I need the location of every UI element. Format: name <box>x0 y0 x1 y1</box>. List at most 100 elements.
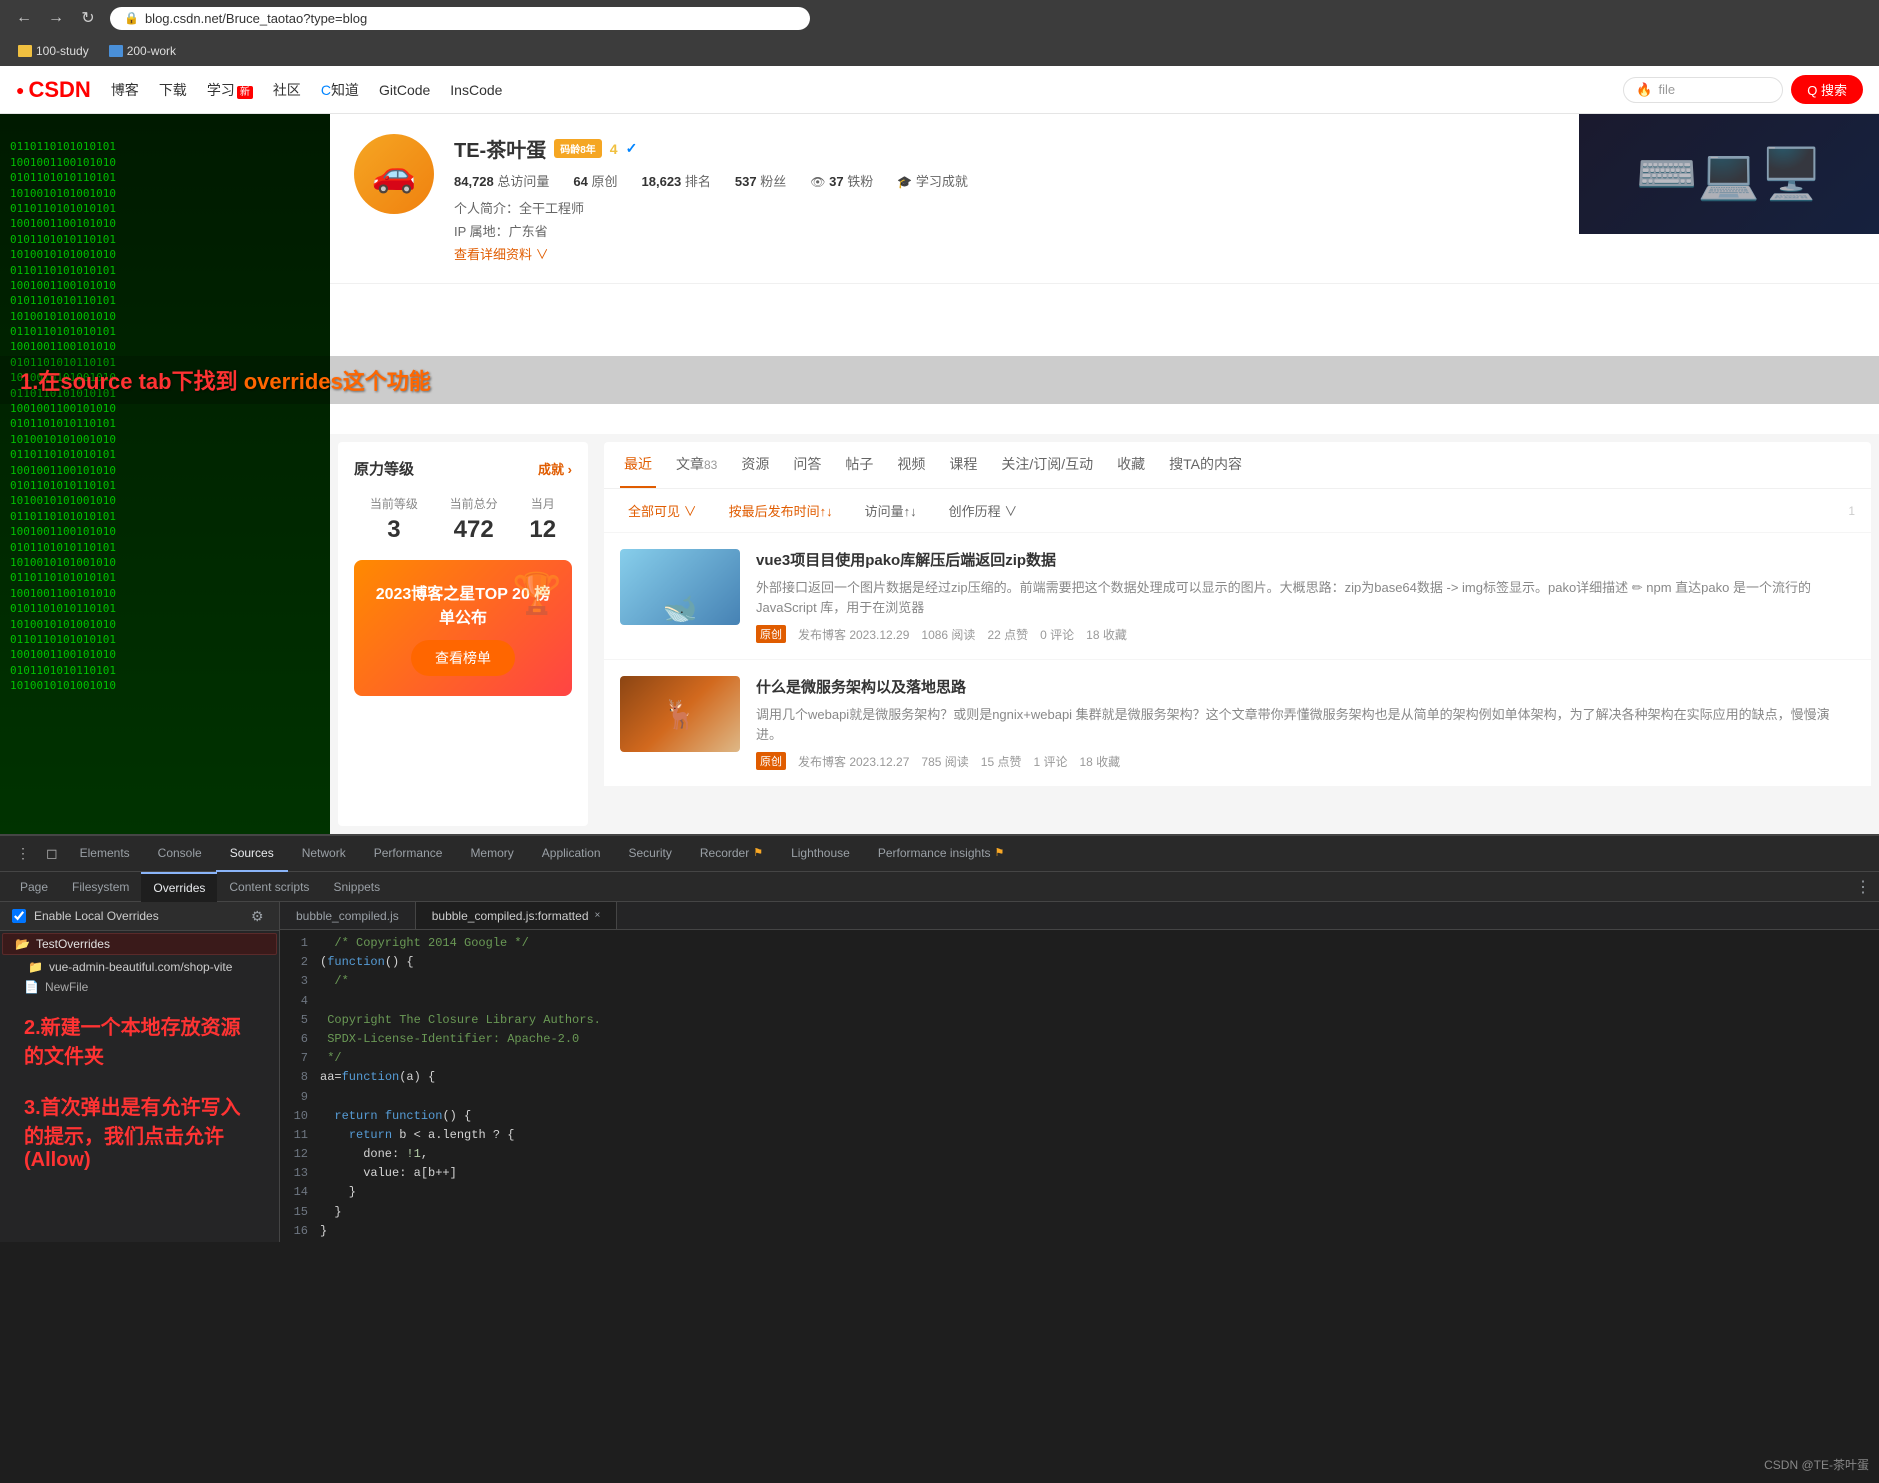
devtools-subtabs: Page Filesystem Overrides Content script… <box>0 872 1879 902</box>
article-date: 发布博客 2023.12.27 <box>798 753 909 770</box>
address-bar[interactable]: 🔒 blog.csdn.net/Bruce_taotao?type=blog <box>110 7 810 30</box>
bookmark-study[interactable]: 100-study <box>10 42 97 60</box>
overrides-settings-icon[interactable]: ⚙ <box>251 908 267 924</box>
bookmarks-bar: 100-study 200-work <box>0 36 1879 66</box>
article-views: 1086 阅读 <box>921 626 975 643</box>
editor-tab-compiled[interactable]: bubble_compiled.js <box>280 902 416 929</box>
back-button[interactable]: ← <box>10 4 38 32</box>
code-line: 16 } <box>280 1222 1879 1241</box>
tab-courses[interactable]: 课程 <box>945 442 981 488</box>
verify-icon: ✓ <box>626 140 638 157</box>
devtools-tab-lighthouse[interactable]: Lighthouse <box>777 836 864 872</box>
address-text: blog.csdn.net/Bruce_taotao?type=blog <box>145 11 367 26</box>
folder-open-icon: 📂 <box>15 937 30 951</box>
nav-link-download[interactable]: 下载 <box>159 80 187 100</box>
achievement-link[interactable]: 成就 › <box>538 459 572 478</box>
editor-tab-close-icon[interactable]: × <box>595 910 601 921</box>
step1-text: 1.在source tab下找到 overrides这个功能 <box>20 364 1859 396</box>
avatar-emoji: 🚗 <box>372 153 417 195</box>
nav-link-learn[interactable]: 学习新 <box>207 80 253 100</box>
article-tabs: 最近 文章83 资源 问答 帖子 视频 课程 关注/订阅/互动 收藏 搜TA的内… <box>604 442 1871 489</box>
devtools-subtab-more[interactable]: ⋮ <box>1855 877 1871 897</box>
tab-recent[interactable]: 最近 <box>620 442 656 488</box>
subfolder-icon: 📁 <box>28 960 43 974</box>
code-area: 1 /* Copyright 2014 Google */ 2 (functio… <box>280 930 1879 1242</box>
devtools-device-button[interactable]: ◻ <box>38 841 66 866</box>
code-line: 13 value: a[b++] <box>280 1164 1879 1183</box>
devtools-tab-performance-insights[interactable]: Performance insights ⚑ <box>864 836 1019 872</box>
devtools-tab-performance[interactable]: Performance <box>360 836 457 872</box>
nav-link-community[interactable]: 社区 <box>273 80 301 100</box>
step2-area: 2.新建一个本地存放资源的文件夹 <box>0 997 279 1083</box>
devtools-tab-application[interactable]: Application <box>528 836 615 872</box>
refresh-button[interactable]: ↻ <box>74 4 102 32</box>
code-line: 9 <box>280 1088 1879 1107</box>
devtools-subtab-overrides[interactable]: Overrides <box>141 872 217 902</box>
code-line: 1 /* Copyright 2014 Google */ <box>280 934 1879 953</box>
code-line: 17 <box>280 1241 1879 1242</box>
devtools-inspect-button[interactable]: ⋮ <box>8 841 38 866</box>
subfolder-name: vue-admin-beautiful.com/shop-vite <box>49 960 232 974</box>
filter-all[interactable]: 全部可见 ∨ <box>620 497 705 524</box>
search-area: 🔥 file Q 搜索 <box>1623 75 1863 104</box>
article-list: 🐋 vue3项目目使用pako库解压后端返回zip数据 外部接口返回一个图片数据… <box>604 533 1871 787</box>
filter-history[interactable]: 创作历程 ∨ <box>941 497 1026 524</box>
devtools-tab-recorder[interactable]: Recorder ⚑ <box>686 836 777 872</box>
nav-link-inscode[interactable]: InsCode <box>450 82 502 98</box>
article-comments: 0 评论 <box>1040 626 1074 643</box>
csdn-logo[interactable]: ● CSDN <box>16 77 91 103</box>
blog-year-button[interactable]: 查看榜单 <box>411 640 515 676</box>
code-line: 8 aa=function(a) { <box>280 1068 1879 1087</box>
nav-link-blog[interactable]: 博客 <box>111 80 139 100</box>
editor-tab-formatted[interactable]: bubble_compiled.js:formatted × <box>416 902 618 929</box>
devtools-sidebar: Enable Local Overrides ⚙ 📂 TestOverrides… <box>0 902 280 1242</box>
nav-link-gitcode[interactable]: GitCode <box>379 82 430 98</box>
total-score: 当前总分 472 <box>450 495 498 544</box>
devtools-subtab-snippets[interactable]: Snippets <box>321 872 392 902</box>
filter-by-visits[interactable]: 访问量↑↓ <box>857 497 925 524</box>
devtools-tab-console[interactable]: Console <box>144 836 216 872</box>
subfolder-item[interactable]: 📁 vue-admin-beautiful.com/shop-vite <box>0 957 279 977</box>
filter-pagination: 1 <box>1848 504 1855 518</box>
devtools-tab-sources[interactable]: Sources <box>216 836 288 872</box>
forward-button[interactable]: → <box>42 4 70 32</box>
step2-text: 2.新建一个本地存放资源的文件夹 <box>4 1005 275 1075</box>
article-item[interactable]: 🦌 什么是微服务架构以及落地思路 调用几个webapi就是微服务架构？或则是ng… <box>604 660 1871 787</box>
devtools-tab-network[interactable]: Network <box>288 836 360 872</box>
nav-link-zhihu[interactable]: C知道 <box>321 80 359 100</box>
month-score: 当月 12 <box>529 495 556 544</box>
stat-original: 64 原创 <box>573 171 617 190</box>
article-title: 什么是微服务架构以及落地思路 <box>756 676 1855 697</box>
editor-tab-formatted-label: bubble_compiled.js:formatted <box>432 909 589 923</box>
article-item[interactable]: 🐋 vue3项目目使用pako库解压后端返回zip数据 外部接口返回一个图片数据… <box>604 533 1871 660</box>
enable-overrides-checkbox[interactable] <box>12 909 26 923</box>
devtools-tab-security[interactable]: Security <box>615 836 686 872</box>
nav-buttons: ← → ↻ <box>10 4 102 32</box>
devtools-subtab-content-scripts[interactable]: Content scripts <box>217 872 321 902</box>
tab-subscriptions[interactable]: 关注/订阅/互动 <box>997 442 1097 488</box>
bookmark-work[interactable]: 200-work <box>101 42 184 60</box>
search-button[interactable]: Q 搜索 <box>1791 75 1863 104</box>
search-input-display[interactable]: 🔥 file <box>1623 77 1783 103</box>
profile-detail-link[interactable]: 查看详细资料 ∨ <box>454 244 1855 263</box>
tab-favorites[interactable]: 收藏 <box>1113 442 1149 488</box>
devtools-tab-elements[interactable]: Elements <box>66 836 144 872</box>
devtools-subtab-filesystem[interactable]: Filesystem <box>60 872 141 902</box>
tab-posts[interactable]: 帖子 <box>841 442 877 488</box>
tab-videos[interactable]: 视频 <box>893 442 929 488</box>
tab-qa[interactable]: 问答 <box>789 442 825 488</box>
code-line: 6 SPDX-License-Identifier: Apache-2.0 <box>280 1030 1879 1049</box>
profile-decoration: ⌨️💻🖥️ <box>1579 114 1879 234</box>
new-file-item: 📄 NewFile <box>0 977 279 997</box>
article-likes: 22 点赞 <box>987 626 1028 643</box>
test-overrides-folder[interactable]: 📂 TestOverrides <box>2 933 277 955</box>
devtools-subtab-page[interactable]: Page <box>8 872 60 902</box>
code-line: 11 return b < a.length ? { <box>280 1126 1879 1145</box>
filter-by-date[interactable]: 按最后发布时间↑↓ <box>721 497 841 524</box>
tab-resources[interactable]: 资源 <box>737 442 773 488</box>
article-collects: 18 收藏 <box>1086 626 1127 643</box>
tab-search-ta[interactable]: 搜TA的内容 <box>1165 442 1246 488</box>
devtools-tab-memory[interactable]: Memory <box>456 836 527 872</box>
tab-articles[interactable]: 文章83 <box>672 442 721 488</box>
keyboard-emoji: ⌨️💻🖥️ <box>1636 145 1823 204</box>
